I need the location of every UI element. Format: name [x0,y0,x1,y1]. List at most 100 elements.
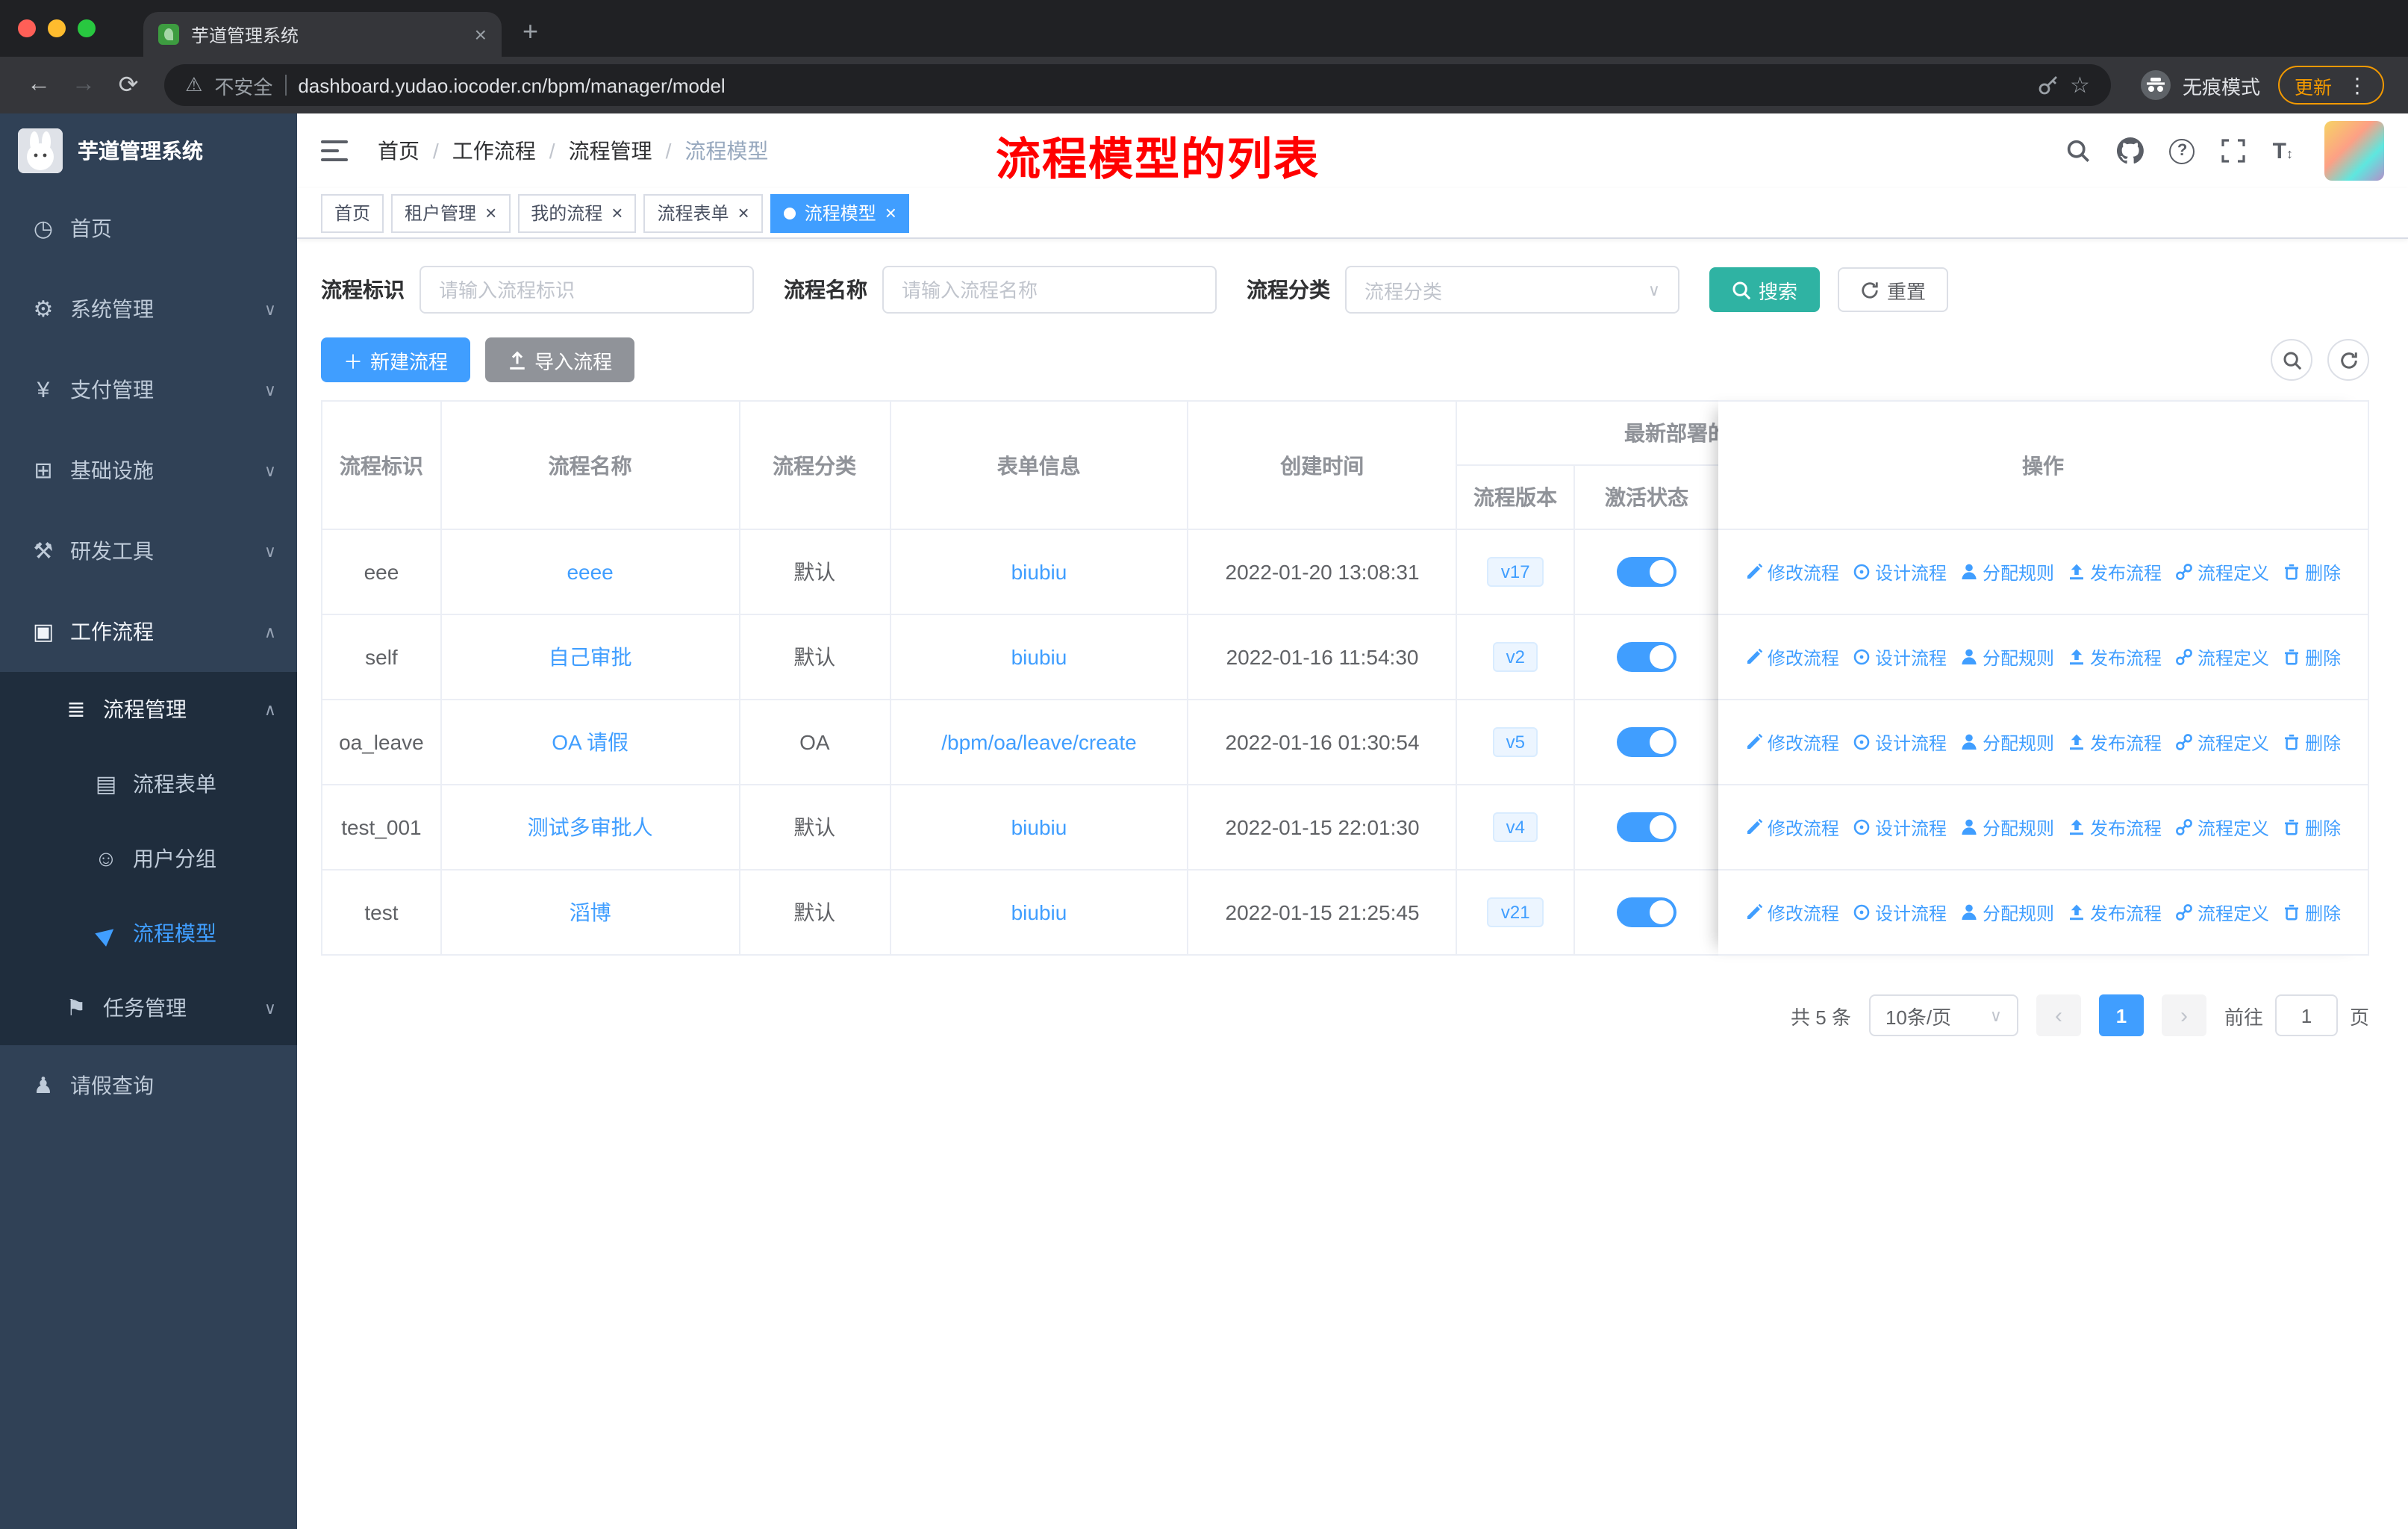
sidebar-item-task-management[interactable]: ⚑ 任务管理 ∨ [0,971,297,1045]
process-category-select[interactable]: 流程分类 ∨ [1345,266,1679,314]
assign-rule-link[interactable]: 分配规则 [1960,559,2054,585]
tag-home[interactable]: 首页 [321,193,384,232]
process-id-input[interactable] [419,266,754,314]
window-minimize-button[interactable] [48,19,66,37]
reload-button[interactable]: ⟳ [107,64,149,106]
create-process-button[interactable]: ＋ 新建流程 [321,337,471,382]
sidebar-item-devtools[interactable]: ⚒ 研发工具 ∨ [0,511,297,591]
tag-my-process[interactable]: 我的流程 × [517,193,637,232]
search-button[interactable]: 搜索 [1709,267,1821,312]
import-process-button[interactable]: 导入流程 [485,337,635,382]
form-info-link[interactable]: biubiu [1011,645,1067,669]
delete-link[interactable]: 删除 [2283,815,2341,840]
edit-process-link[interactable]: 修改流程 [1745,729,1839,755]
tag-tenant[interactable]: 租户管理 × [391,193,511,232]
edit-process-link[interactable]: 修改流程 [1745,644,1839,670]
process-definition-link[interactable]: 流程定义 [2175,815,2269,840]
close-icon[interactable]: × [885,203,896,222]
process-name-link[interactable]: eeee [567,560,613,584]
goto-page-input[interactable] [2274,994,2338,1036]
search-icon[interactable] [2065,137,2092,164]
process-definition-link[interactable]: 流程定义 [2175,900,2269,925]
design-process-link[interactable]: 设计流程 [1853,815,1947,840]
sidebar-item-process-form[interactable]: ▤ 流程表单 [0,747,297,821]
tag-process-form[interactable]: 流程表单 × [643,193,763,232]
search-toggle-button[interactable] [2271,339,2312,381]
sidebar-item-infrastructure[interactable]: ⊞ 基础设施 ∨ [0,430,297,511]
status-toggle[interactable] [1617,642,1677,672]
form-info-link[interactable]: biubiu [1011,560,1067,584]
close-icon[interactable]: × [485,203,496,222]
bookmark-star-icon[interactable]: ☆ [2070,72,2090,99]
new-tab-button[interactable]: + [523,6,538,57]
process-name-link[interactable]: 自己审批 [549,642,632,672]
close-icon[interactable]: × [738,203,749,222]
tag-process-model[interactable]: 流程模型 × [770,193,910,232]
assign-rule-link[interactable]: 分配规则 [1960,900,2054,925]
sidebar-item-home[interactable]: ◷ 首页 [0,188,297,269]
sidebar-item-process-management[interactable]: ≣ 流程管理 ∧ [0,672,297,747]
browser-tab[interactable]: 芋道管理系统 × [143,12,502,57]
window-zoom-button[interactable] [78,19,96,37]
assign-rule-link[interactable]: 分配规则 [1960,815,2054,840]
prev-page-button[interactable]: ‹ [2036,994,2081,1036]
window-close-button[interactable] [18,19,36,37]
github-icon[interactable] [2117,137,2145,164]
browser-menu-icon[interactable]: ⋮ [2347,72,2368,98]
password-key-icon[interactable] [2037,75,2058,96]
publish-process-link[interactable]: 发布流程 [2068,815,2162,840]
close-icon[interactable]: × [611,203,623,222]
publish-process-link[interactable]: 发布流程 [2068,729,2162,755]
publish-process-link[interactable]: 发布流程 [2068,644,2162,670]
address-bar[interactable]: ⚠ 不安全 dashboard.yudao.iocoder.cn/bpm/man… [164,64,2111,106]
page-number-button[interactable]: 1 [2098,994,2144,1036]
design-process-link[interactable]: 设计流程 [1853,559,1947,585]
design-process-link[interactable]: 设计流程 [1853,729,1947,755]
edit-process-link[interactable]: 修改流程 [1745,559,1839,585]
assign-rule-link[interactable]: 分配规则 [1960,729,2054,755]
form-info-link[interactable]: biubiu [1011,815,1067,839]
edit-process-link[interactable]: 修改流程 [1745,815,1839,840]
user-avatar[interactable] [2324,121,2384,181]
delete-link[interactable]: 删除 [2283,729,2341,755]
tab-close-icon[interactable]: × [475,22,487,46]
design-process-link[interactable]: 设计流程 [1853,644,1947,670]
assign-rule-link[interactable]: 分配规则 [1960,644,2054,670]
forward-button[interactable]: → [63,64,105,106]
sidebar-item-leave-query[interactable]: ♟ 请假查询 [0,1045,297,1126]
edit-process-link[interactable]: 修改流程 [1745,900,1839,925]
sidebar-item-process-model[interactable]: ▶ 流程模型 [0,896,297,971]
delete-link[interactable]: 删除 [2283,900,2341,925]
form-info-link[interactable]: biubiu [1011,900,1067,924]
design-process-link[interactable]: 设计流程 [1853,900,1947,925]
reset-button[interactable]: 重置 [1838,267,1949,312]
delete-link[interactable]: 删除 [2283,559,2341,585]
status-toggle[interactable] [1617,812,1677,842]
process-name-link[interactable]: OA 请假 [552,727,628,757]
font-size-icon[interactable]: T↕ [2273,138,2293,164]
form-info-link[interactable]: /bpm/oa/leave/create [941,730,1137,754]
sidebar-item-user-group[interactable]: ☺ 用户分组 [0,821,297,896]
breadcrumb-item[interactable]: 工作流程 [452,136,536,166]
fullscreen-icon[interactable] [2221,137,2248,164]
hamburger-icon[interactable] [321,137,351,164]
next-page-button[interactable]: › [2161,994,2206,1036]
refresh-table-button[interactable] [2327,339,2369,381]
status-toggle[interactable] [1617,897,1677,927]
process-name-link[interactable]: 滔博 [570,897,611,927]
help-icon[interactable]: ? [2169,138,2195,164]
update-button[interactable]: 更新 ⋮ [2277,66,2384,105]
status-toggle[interactable] [1617,727,1677,757]
status-toggle[interactable] [1617,557,1677,587]
process-name-link[interactable]: 测试多审批人 [528,812,653,842]
breadcrumb-item[interactable]: 首页 [378,136,419,166]
breadcrumb-item[interactable]: 流程管理 [569,136,652,166]
delete-link[interactable]: 删除 [2283,644,2341,670]
page-size-select[interactable]: 10条/页 ∨ [1868,994,2018,1036]
process-definition-link[interactable]: 流程定义 [2175,559,2269,585]
sidebar-item-workflow[interactable]: ▣ 工作流程 ∧ [0,591,297,672]
back-button[interactable]: ← [18,64,60,106]
sidebar-item-system[interactable]: ⚙ 系统管理 ∨ [0,269,297,349]
process-name-input[interactable] [882,266,1217,314]
publish-process-link[interactable]: 发布流程 [2068,900,2162,925]
